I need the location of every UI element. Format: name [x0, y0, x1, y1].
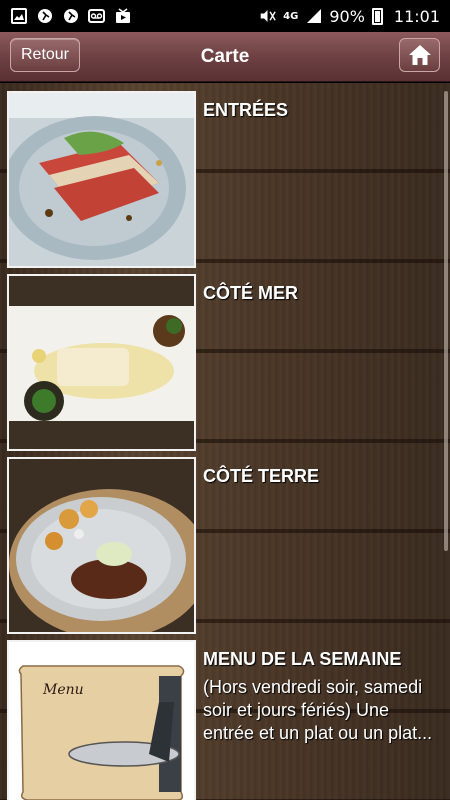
clock: 11:01	[393, 6, 440, 26]
page-title: Carte	[200, 45, 250, 67]
entrees-image	[7, 91, 196, 268]
status-bar: 4G 90% 11:01	[0, 0, 450, 32]
back-button[interactable]: Retour	[10, 38, 80, 72]
menu-item-cote-mer[interactable]: CÔTÉ MER	[0, 274, 440, 455]
menu-item-title: MENU DE LA SEMAINE	[203, 649, 402, 669]
video-notification-icon	[114, 8, 131, 25]
scrollbar[interactable]	[444, 91, 448, 551]
menu-item-entrees[interactable]: ENTRÉES	[0, 91, 440, 272]
menu-item-cote-terre[interactable]: CÔTÉ TERRE	[0, 457, 440, 638]
menu-list[interactable]: ENTRÉES CÔTÉ MER CÔTÉ TERRE Menu MENU DE…	[0, 83, 450, 800]
system-status: 4G 90% 11:01	[259, 7, 440, 26]
menu-image-caption: Menu	[42, 682, 84, 698]
menu-item-title: CÔTÉ MER	[203, 283, 299, 303]
gallery-notification-icon	[10, 8, 27, 25]
mute-icon	[259, 8, 276, 25]
menu-item-title: CÔTÉ TERRE	[203, 466, 320, 486]
home-icon	[408, 45, 431, 65]
home-button[interactable]	[399, 38, 440, 72]
menu-semaine-image: Menu	[7, 640, 196, 800]
notification-icons	[10, 8, 131, 25]
battery-percent: 90%	[329, 6, 365, 26]
network-type: 4G	[283, 10, 299, 22]
activity-notification-icon	[36, 8, 53, 25]
battery-icon	[371, 7, 383, 25]
menu-item-menu-semaine[interactable]: Menu MENU DE LA SEMAINE (Hors vendredi s…	[0, 640, 440, 800]
voicemail-icon	[88, 8, 105, 25]
app-header: Retour Carte	[0, 32, 450, 82]
activity-notification-icon-2	[62, 8, 79, 25]
cote-terre-image	[7, 457, 196, 634]
menu-item-description: (Hors vendredi soir, samedi soir et jour…	[203, 677, 433, 743]
cote-mer-image	[7, 274, 196, 451]
signal-icon	[305, 8, 322, 25]
menu-item-title: ENTRÉES	[203, 100, 289, 120]
